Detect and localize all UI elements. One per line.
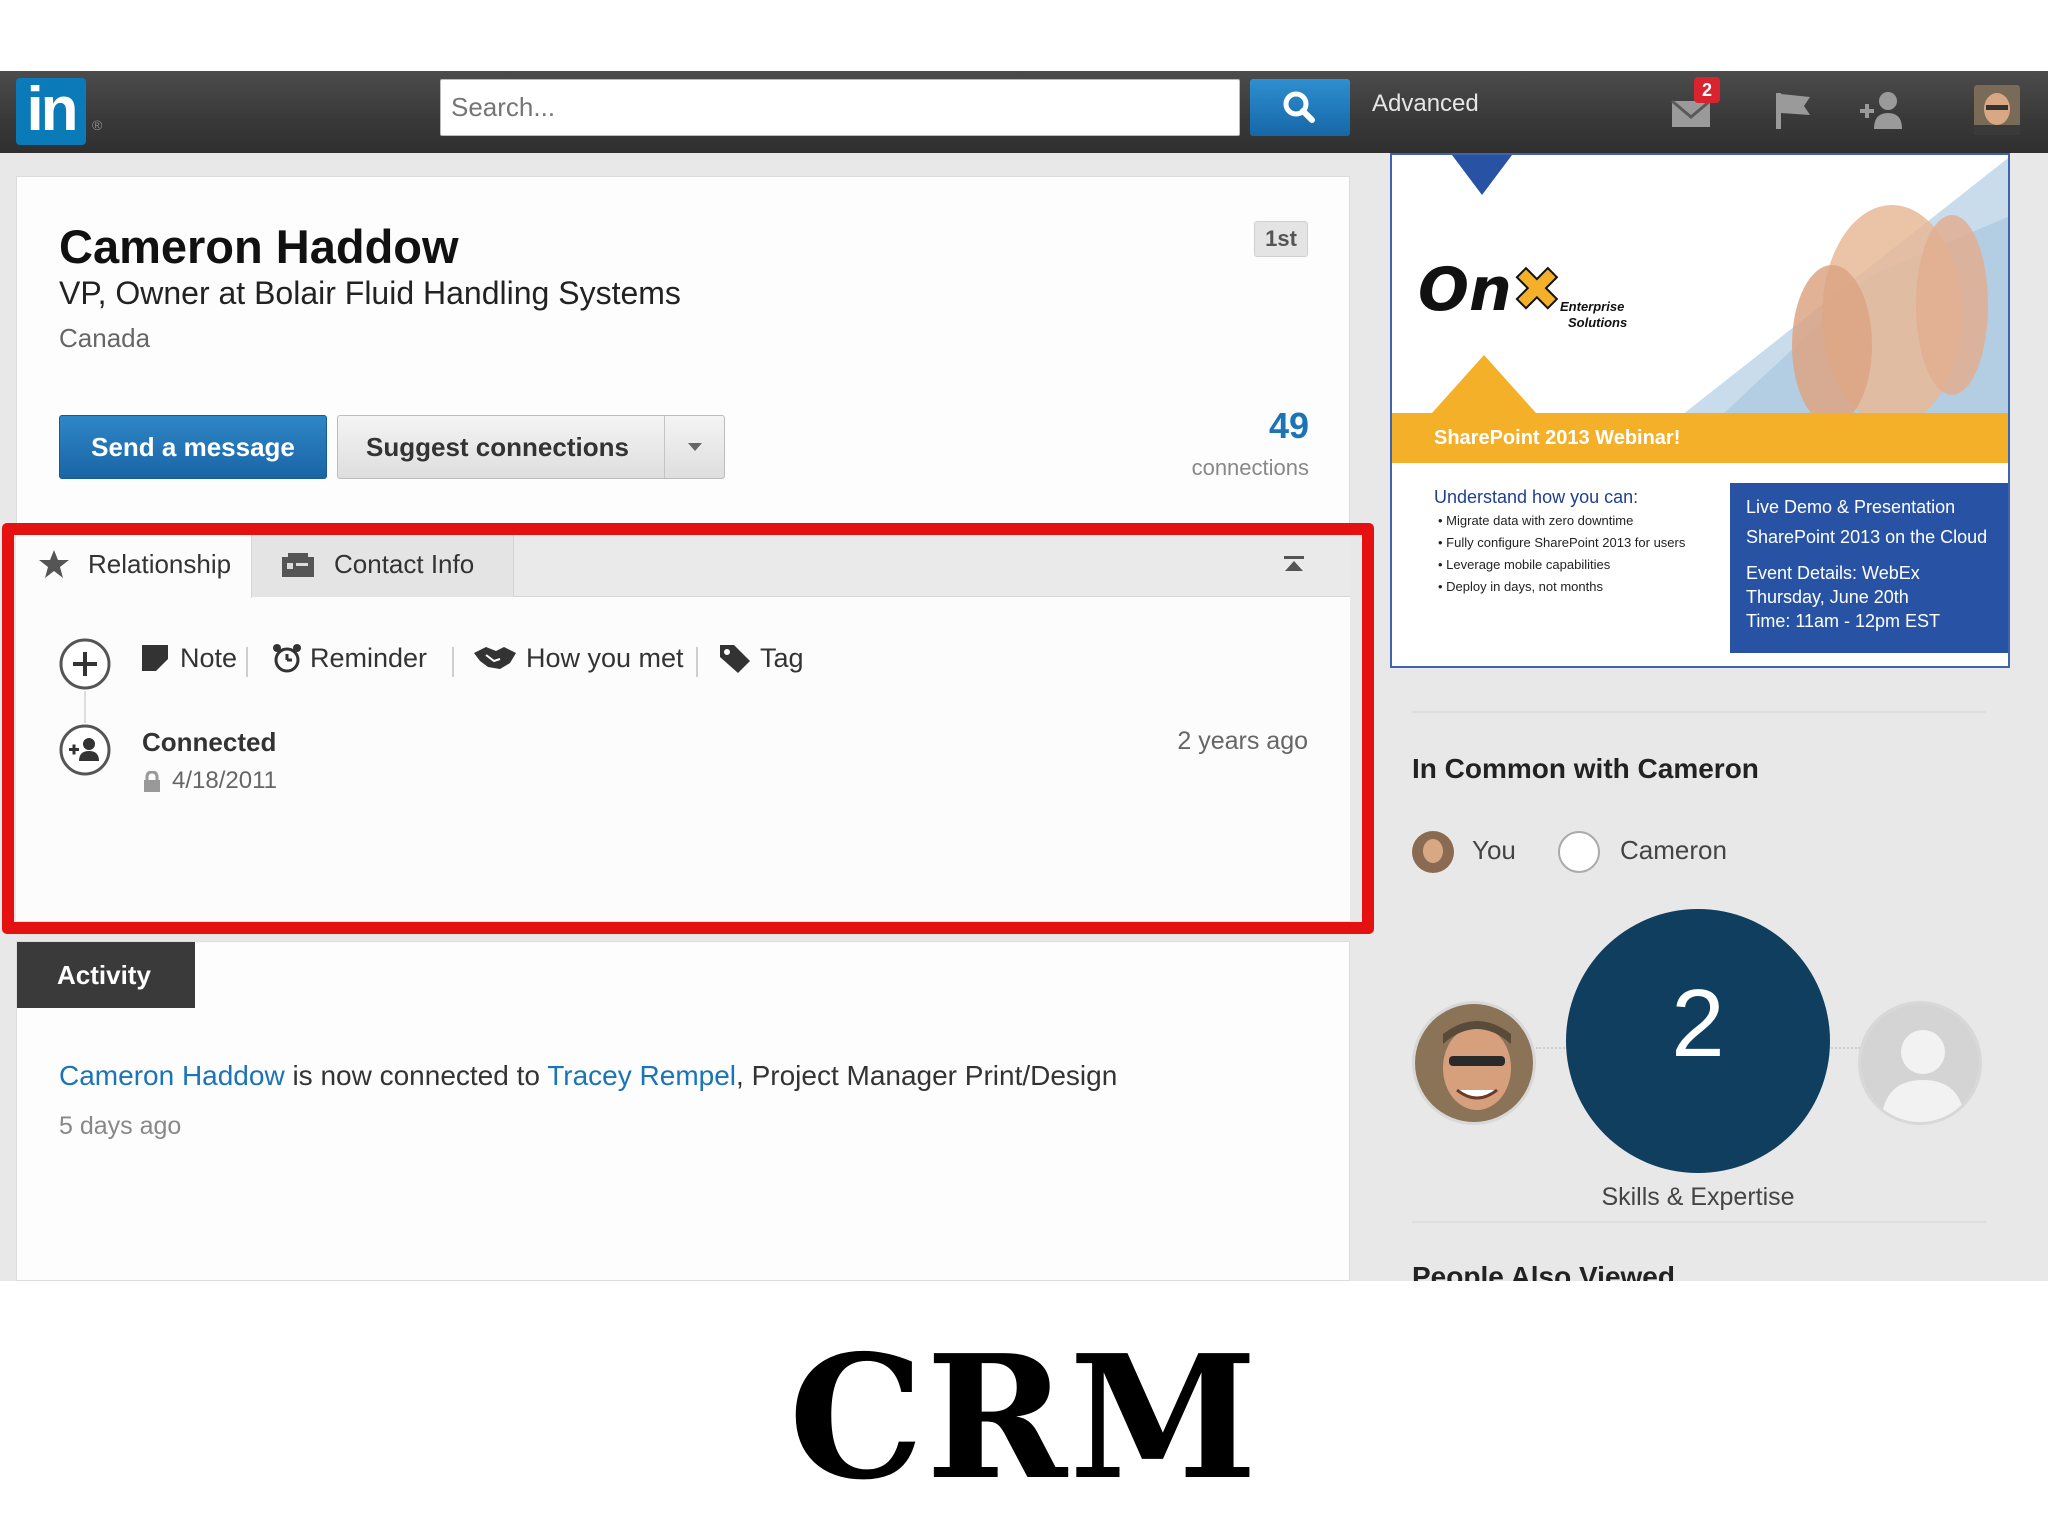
search-button[interactable] (1250, 79, 1350, 136)
search-icon (1283, 91, 1315, 123)
divider (1412, 711, 1986, 713)
ad-bullet: • Deploy in days, not months (1438, 579, 1603, 594)
connector-line (1828, 1047, 1860, 1049)
slide-caption: CRM (788, 1318, 1260, 1518)
ad-banner-text: SharePoint 2013 Webinar! (1434, 427, 1681, 449)
ad-event-line: Thursday, June 20th (1746, 587, 1909, 607)
in-common-title: In Common with Cameron (1412, 753, 1759, 784)
activity-tab[interactable]: Activity (17, 942, 195, 1008)
notifications-button[interactable] (1768, 85, 1820, 137)
divider (1412, 1221, 1986, 1223)
ad-learn-title: Understand how you can: (1434, 487, 1639, 507)
profile-card: Cameron Haddow VP, Owner at Bolair Fluid… (16, 176, 1350, 526)
profile-name: Cameron Haddow (59, 220, 459, 273)
connections-count[interactable]: 49 (1217, 405, 1309, 447)
linkedin-logo[interactable]: in (16, 78, 86, 145)
search-input[interactable] (440, 79, 1240, 136)
more-options-dropdown[interactable] (664, 416, 724, 478)
target-link[interactable]: Tracey Rempel (547, 1060, 736, 1091)
add-person-icon (1860, 92, 1902, 129)
shared-skills-count: 2 (1671, 970, 1725, 1077)
activity-time: 5 days ago (59, 1112, 182, 1140)
ad-brand-sub: Enterprise Solutions (1560, 299, 1627, 331)
user-photo-icon (1412, 831, 1454, 873)
send-message-button[interactable]: Send a message (59, 415, 327, 479)
person-photo-icon (1415, 1004, 1533, 1122)
ad-event-line: Time: 11am - 12pm EST (1746, 611, 1941, 631)
connection-degree-badge: 1st (1254, 221, 1308, 257)
shared-person-photo[interactable] (1412, 1001, 1536, 1125)
ad-bullet: • Fully configure SharePoint 2013 for us… (1438, 535, 1686, 550)
ad-brand-sub-1: Enterprise (1560, 299, 1625, 314)
ad-brand-logo: On✖ (1418, 254, 1563, 326)
highlight-frame (2, 523, 1374, 934)
flag-icon (1776, 93, 1810, 129)
ad-event-line: Event Details: WebEx (1746, 563, 1920, 583)
person-silhouette-icon (1861, 1004, 1979, 1122)
ad-bullet: • Leverage mobile capabilities (1438, 557, 1611, 572)
chevron-down-icon (688, 443, 702, 451)
people-also-viewed-title: People Also Viewed (1412, 1261, 1675, 1281)
account-avatar[interactable] (1974, 85, 2020, 135)
connections-label: connections (1191, 455, 1309, 480)
messages-badge: 2 (1694, 77, 1720, 103)
ad-event-line: SharePoint 2013 on the Cloud (1746, 527, 1988, 547)
top-navbar: in ® Advanced 2 (0, 71, 2048, 153)
target-title: , Project Manager Print/Design (736, 1060, 1118, 1091)
add-connections-button[interactable] (1858, 85, 1910, 137)
activity-card: Activity Cameron Haddow is now connected… (16, 941, 1350, 1281)
you-avatar (1412, 831, 1454, 873)
linkedin-screenshot: in ® Advanced 2 (0, 71, 2048, 1281)
sponsored-ad[interactable]: On✖ Enterprise Solutions SharePoint 2013 … (1390, 153, 2010, 668)
ad-event-box: Live Demo & Presentation SharePoint 2013… (1730, 483, 2008, 653)
profile-location: Canada (59, 323, 151, 353)
suggest-connections-button[interactable]: Suggest connections (337, 415, 725, 479)
profile-headline: VP, Owner at Bolair Fluid Handling Syste… (59, 275, 681, 311)
connector-line (1536, 1047, 1568, 1049)
ad-bullet: • Migrate data with zero downtime (1438, 513, 1634, 528)
cameron-label: Cameron (1620, 835, 1727, 865)
registered-mark: ® (92, 117, 103, 133)
activity-item: Cameron Haddow is now connected to Trace… (59, 1060, 1117, 1092)
activity-verb: is now connected to (284, 1060, 548, 1091)
ad-brand: On (1418, 255, 1512, 325)
shared-person-placeholder[interactable] (1858, 1001, 1982, 1125)
ad-event-line: Live Demo & Presentation (1746, 497, 1956, 517)
skills-expertise-label: Skills & Expertise (1601, 1183, 1795, 1211)
advanced-search-link[interactable]: Advanced (1372, 90, 1479, 118)
ad-brand-sub-2: Solutions (1568, 315, 1628, 330)
you-label: You (1472, 835, 1516, 865)
suggest-connections-label: Suggest connections (366, 432, 629, 462)
user-photo-icon (1974, 85, 2020, 135)
actor-link[interactable]: Cameron Haddow (59, 1060, 285, 1091)
cameron-avatar-placeholder (1558, 831, 1600, 873)
